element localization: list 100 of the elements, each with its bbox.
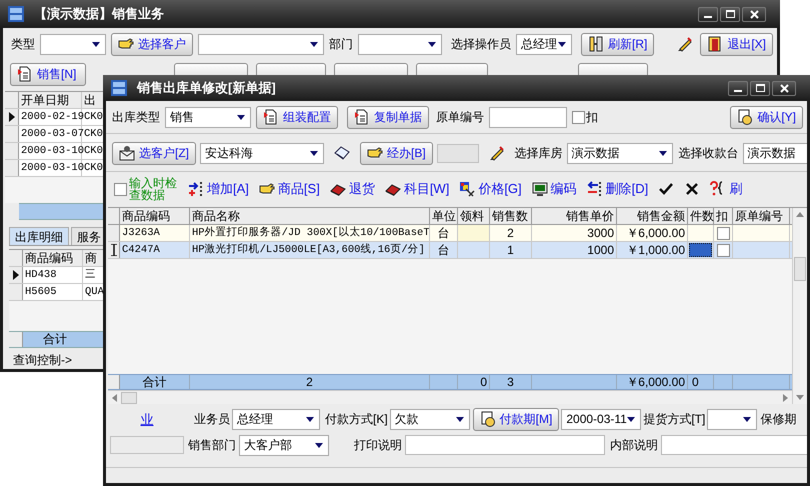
monitor-icon	[532, 181, 548, 197]
caret-icon	[92, 42, 100, 46]
table-cell: 1000	[532, 242, 617, 258]
customer-dropdown[interactable]	[198, 34, 324, 54]
toolbar-button[interactable]	[684, 181, 700, 197]
type-dropdown[interactable]	[40, 34, 106, 54]
department-dropdown[interactable]: 大客户部	[239, 434, 329, 456]
new-sale-button[interactable]: 销售[N]	[10, 62, 86, 86]
toolbar-button[interactable]: 增加[A]	[188, 179, 249, 199]
toolbar-button[interactable]: 价格[G]	[459, 179, 522, 199]
select-customer-button[interactable]: 选客户[Z]	[112, 142, 196, 164]
toolbar-button[interactable]: 商品[S]	[258, 179, 320, 199]
checkbox[interactable]	[572, 110, 585, 124]
handler-button[interactable]: 经办[B]	[360, 142, 433, 164]
internal-note-field[interactable]	[661, 435, 807, 455]
toolbar-button[interactable]: 编码	[532, 179, 577, 199]
column-header: 销售数	[490, 208, 532, 224]
focused-cell[interactable]	[689, 243, 712, 257]
column-header: 销售金额	[617, 208, 688, 224]
print-note-field[interactable]	[405, 435, 605, 455]
out-type-dropdown[interactable]: 销售	[165, 106, 251, 128]
field-label: 提货方式[T]	[643, 411, 706, 428]
caret-icon	[306, 416, 314, 422]
handler-field[interactable]	[436, 144, 479, 162]
operator-dropdown[interactable]: 总经理	[516, 34, 572, 54]
envelope-icon	[119, 145, 135, 161]
field-label: 类型	[11, 36, 35, 53]
table-cell: H5605	[23, 284, 83, 300]
caret-icon	[627, 416, 636, 422]
tab[interactable]: 出库明细	[9, 227, 69, 245]
vertical-scrollbar[interactable]	[792, 208, 807, 404]
table-cell: 2000-03-10	[19, 143, 82, 159]
maximize-button[interactable]	[750, 80, 770, 96]
customer-dropdown[interactable]: 安达科海	[200, 142, 324, 164]
table-cell: 2	[490, 225, 532, 241]
document-icon	[17, 66, 33, 82]
exit-button[interactable]: 退出[X]	[700, 32, 773, 56]
table-cell: ￥6,000.00	[617, 375, 688, 389]
table-row[interactable]: C4247A HP激光打印机/LJ5000LE[A3,600线,16页/分] 台 1 1000 ￥1,000.00	[108, 242, 792, 259]
toolbar-button[interactable]: 科目[W]	[384, 179, 450, 199]
query-control-label[interactable]: 查询控制->	[13, 351, 72, 369]
window-title: 【演示数据】销售业务	[34, 5, 164, 24]
toolbar-button[interactable]	[658, 181, 674, 197]
column-header: 商品名称	[190, 208, 430, 224]
select-customer-button[interactable]: 选择客户	[111, 32, 193, 56]
total-label: 合计	[42, 332, 68, 347]
coin-icon	[480, 411, 496, 427]
checkbox[interactable]	[114, 182, 127, 196]
date-picker[interactable]: 2000-03-11	[561, 408, 642, 430]
payment-dropdown[interactable]: 欠款	[390, 408, 470, 430]
salesman-dropdown[interactable]: 总经理	[232, 408, 320, 430]
caret-icon	[558, 42, 566, 46]
caret-icon	[658, 150, 667, 156]
scroll-thumb[interactable]	[794, 257, 806, 281]
warehouse-dropdown[interactable]: 演示数据	[566, 142, 673, 164]
cashier-field[interactable]: 演示数据	[742, 142, 807, 164]
department-dropdown[interactable]	[358, 34, 442, 54]
horizontal-scrollbar[interactable]	[108, 390, 792, 404]
column-header: 商品编码	[120, 208, 190, 224]
link[interactable]: 业	[140, 410, 154, 430]
table-cell: HP激光打印机/LJ5000LE[A3,600线,16页/分]	[190, 242, 430, 258]
row-header[interactable]	[108, 242, 120, 258]
assemble-button[interactable]: 组装配置	[256, 106, 338, 128]
table-cell: 2	[190, 375, 430, 389]
close-button[interactable]	[772, 80, 796, 96]
table-cell: HP外置打印服务器/JD 300X[以太10/100BaseT	[190, 225, 430, 241]
check-icon	[658, 181, 674, 197]
document-icon	[263, 109, 279, 125]
pickup-dropdown[interactable]	[707, 408, 758, 430]
maximize-button[interactable]	[720, 6, 740, 22]
table-cell: 2000-02-19	[19, 109, 82, 125]
field-label: 扣	[586, 109, 598, 126]
row-header[interactable]	[5, 109, 19, 125]
field-label: 内部说明	[610, 437, 658, 454]
original-number-field[interactable]	[489, 106, 567, 128]
copy-button[interactable]: 复制单据	[347, 106, 429, 128]
column-header: 领料	[458, 208, 490, 224]
scroll-thumb[interactable]	[121, 392, 137, 404]
toolbar-button[interactable]: 删除[D]	[586, 179, 648, 199]
checkbox[interactable]	[716, 244, 730, 256]
minimize-button[interactable]	[728, 80, 748, 96]
minimize-button[interactable]	[698, 6, 718, 22]
caret-icon	[237, 114, 245, 120]
row-header[interactable]	[9, 267, 23, 283]
confirm-button[interactable]: 确认[Y]	[730, 106, 803, 128]
toolbar-button[interactable]: 刷	[710, 179, 742, 199]
plus-icon	[188, 181, 204, 197]
column-header: 商品编码	[23, 250, 83, 266]
refresh-button[interactable]: 刷新[R]	[581, 32, 654, 56]
payment-term-button[interactable]: 付款期[M]	[472, 408, 560, 430]
column-header: 单位	[430, 208, 458, 224]
close-icon	[684, 181, 700, 197]
table-row[interactable]: J3263A HP外置打印服务器/JD 300X[以太10/100BaseT 台 2 3000 ￥6,000.00	[108, 225, 792, 242]
close-icon	[780, 84, 788, 92]
checkbox[interactable]	[716, 226, 730, 240]
door-icon	[707, 36, 724, 52]
field-label: 保修期	[760, 411, 796, 428]
table-cell: 合计	[120, 375, 190, 389]
close-button[interactable]	[742, 6, 766, 22]
toolbar-button[interactable]: 退货	[330, 179, 375, 199]
